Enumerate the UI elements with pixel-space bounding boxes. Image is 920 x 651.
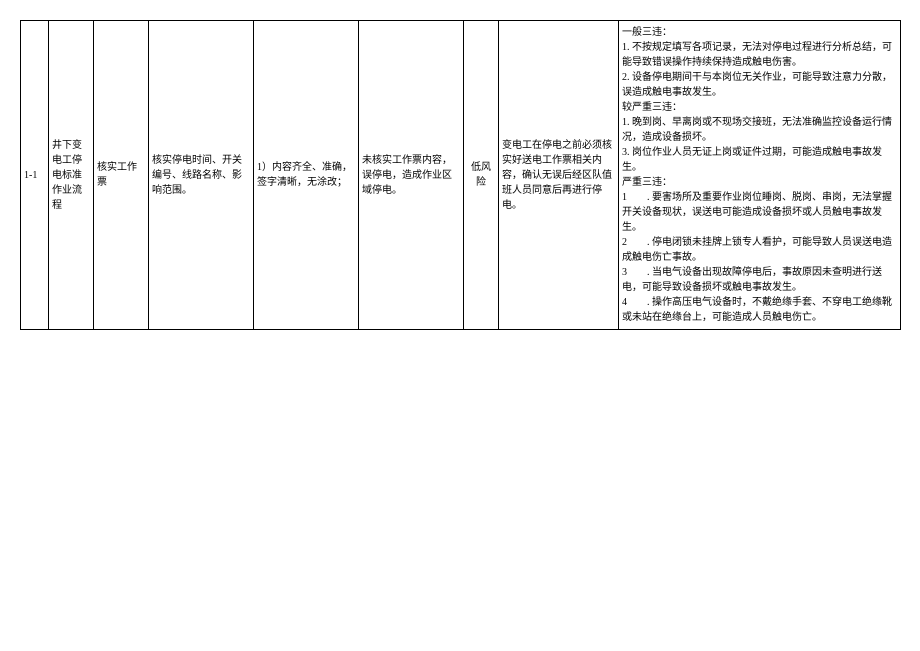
violation-item: 2 . 停电闭锁未挂牌上锁专人看护，可能导致人员误送电造成触电伤亡事故。 — [622, 235, 897, 265]
cell-standard: 1）内容齐全、准确，签字清晰，无涂改； — [254, 21, 359, 330]
violation-section3-title: 严重三违： — [622, 175, 897, 190]
violation-item: 1. 晚到岗、早离岗或不现场交接班，无法准确监控设备运行情况，造成设备损坏。 — [622, 115, 897, 145]
violation-item: 3. 岗位作业人员无证上岗或证件过期，可能造成触电事故发生。 — [622, 145, 897, 175]
violation-item: 2. 设备停电期间干与本岗位无关作业，可能导致注意力分散，误造成触电事故发生。 — [622, 70, 897, 100]
violation-item: 3 . 当电气设备出现故障停电后，事故原因未查明进行送电，可能导致设备损坏或触电… — [622, 265, 897, 295]
violation-item: 1 . 要害场所及重要作业岗位睡岗、脱岗、串岗，无法掌握开关设备现状，误送电可能… — [622, 190, 897, 235]
table-row: 1-1 井下变电工停电标准作业流程 核实工作票 核实停电时间、开关编号、线路名称… — [21, 21, 901, 330]
cell-process: 井下变电工停电标准作业流程 — [49, 21, 94, 330]
cell-step: 核实工作票 — [94, 21, 149, 330]
violation-section2-title: 较严重三违： — [622, 100, 897, 115]
cell-violation: 一般三违： 1. 不按规定填写各项记录，无法对停电过程进行分析总结，可能导致错误… — [619, 21, 901, 330]
violation-item: 1. 不按规定填写各项记录，无法对停电过程进行分析总结，可能导致错误操作持续保持… — [622, 40, 897, 70]
cell-id: 1-1 — [21, 21, 49, 330]
violation-item: 4 . 操作高压电气设备时，不戴绝缘手套、不穿电工绝缘靴或未站在绝缘台上，可能造… — [622, 295, 897, 325]
cell-desc: 核实停电时间、开关编号、线路名称、影响范围。 — [149, 21, 254, 330]
cell-measure: 变电工在停电之前必须核实好送电工作票相关内容，确认无误后经区队值班人员同意后再进… — [499, 21, 619, 330]
cell-risk-level: 低风险 — [464, 21, 499, 330]
violation-section1-title: 一般三违： — [622, 25, 897, 40]
cell-risk-desc: 未核实工作票内容，误停电，造成作业区域停电。 — [359, 21, 464, 330]
procedure-table: 1-1 井下变电工停电标准作业流程 核实工作票 核实停电时间、开关编号、线路名称… — [20, 20, 901, 330]
